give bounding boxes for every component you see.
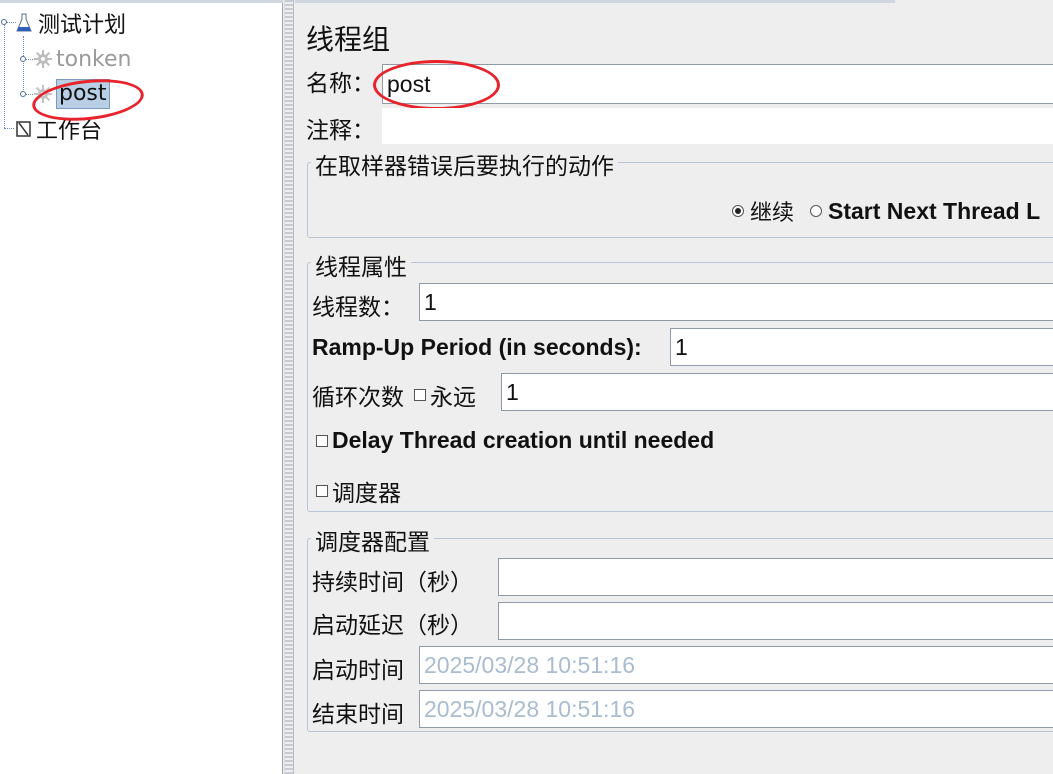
workbench-icon [16,121,31,137]
rampup-row: Ramp-Up Period (in seconds): [312,334,642,361]
sampler-error-options: 继续 Start Next Thread L [732,195,1040,227]
startup-delay-row: 启动延迟（秒） [312,606,473,640]
delay-label: Delay Thread creation until needed [332,427,715,453]
tree-expand-handle[interactable] [20,91,26,97]
name-row: 名称： [306,64,375,98]
annotation-circle [373,60,500,110]
comment-label: 注释： [306,118,375,144]
forever-label: 永远 [430,385,476,411]
rampup-label: Ramp-Up Period (in seconds): [312,334,642,360]
delay-checkbox[interactable] [316,434,328,447]
thread-group-panel: 线程组 名称： post 注释： 在取样器错误后要执行的动作 继续 Start … [295,0,1053,774]
startup-delay-label: 启动延迟（秒） [312,613,473,639]
duration-row: 持续时间（秒） [312,563,473,597]
tree-expand-handle[interactable] [20,56,26,62]
tree-node-label: 测试计划 [38,13,127,38]
end-time-row: 结束时间 [312,695,404,729]
threads-field[interactable]: 1 [419,283,1053,321]
panel-top-border [295,0,895,3]
thread-properties-title: 线程属性 [311,248,411,282]
end-time-label: 结束时间 [312,702,404,728]
split-pane-divider[interactable] [284,0,294,774]
forever-checkbox[interactable] [414,389,426,401]
loop-count-field[interactable]: 1 [501,373,1053,411]
radio-continue[interactable] [732,205,744,217]
test-plan-tree[interactable]: 测试计划 tonken post 工作台 [0,0,283,774]
end-time-field[interactable]: 2025/03/28 10:51:16 [419,690,1053,728]
tree-node-test-plan[interactable]: 测试计划 [16,8,126,38]
delay-row: Delay Thread creation until needed [316,427,714,454]
scheduler-label: 调度器 [332,481,401,507]
tree-connector [4,22,5,128]
start-time-field[interactable]: 2025/03/28 10:51:16 [419,646,1053,684]
flask-icon [16,13,32,32]
tree-connector [23,36,24,94]
scheduler-config-title: 调度器配置 [311,523,434,557]
duration-field[interactable] [498,558,1053,596]
tree-node-label: tonken [56,46,132,72]
page-title: 线程组 [306,23,391,56]
tree-connector [4,128,14,129]
start-time-label: 启动时间 [312,658,404,684]
tree-top-border [0,0,283,3]
gear-icon [34,50,52,68]
rampup-field[interactable]: 1 [670,328,1053,366]
radio-continue-label: 继续 [750,201,795,226]
threads-label: 线程数： [312,295,404,321]
name-label: 名称： [306,71,375,97]
duration-label: 持续时间（秒） [312,570,473,596]
loop-label: 循环次数 [312,385,404,411]
comment-field[interactable] [382,108,1053,144]
start-time-row: 启动时间 [312,651,404,685]
scheduler-row: 调度器 [316,474,401,508]
threads-row: 线程数： [312,288,404,322]
loop-row: 循环次数 永远 [312,378,476,412]
scheduler-checkbox[interactable] [316,485,328,497]
radio-start-next-thread-loop[interactable] [810,205,823,217]
comment-row: 注释： [306,111,375,145]
sampler-error-title: 在取样器错误后要执行的动作 [311,147,618,181]
startup-delay-field[interactable] [498,602,1053,640]
radio-start-next-thread-loop-label: Start Next Thread L [828,197,1041,224]
tree-expand-handle[interactable] [1,19,7,25]
tree-node-tonken[interactable]: tonken [34,44,131,74]
